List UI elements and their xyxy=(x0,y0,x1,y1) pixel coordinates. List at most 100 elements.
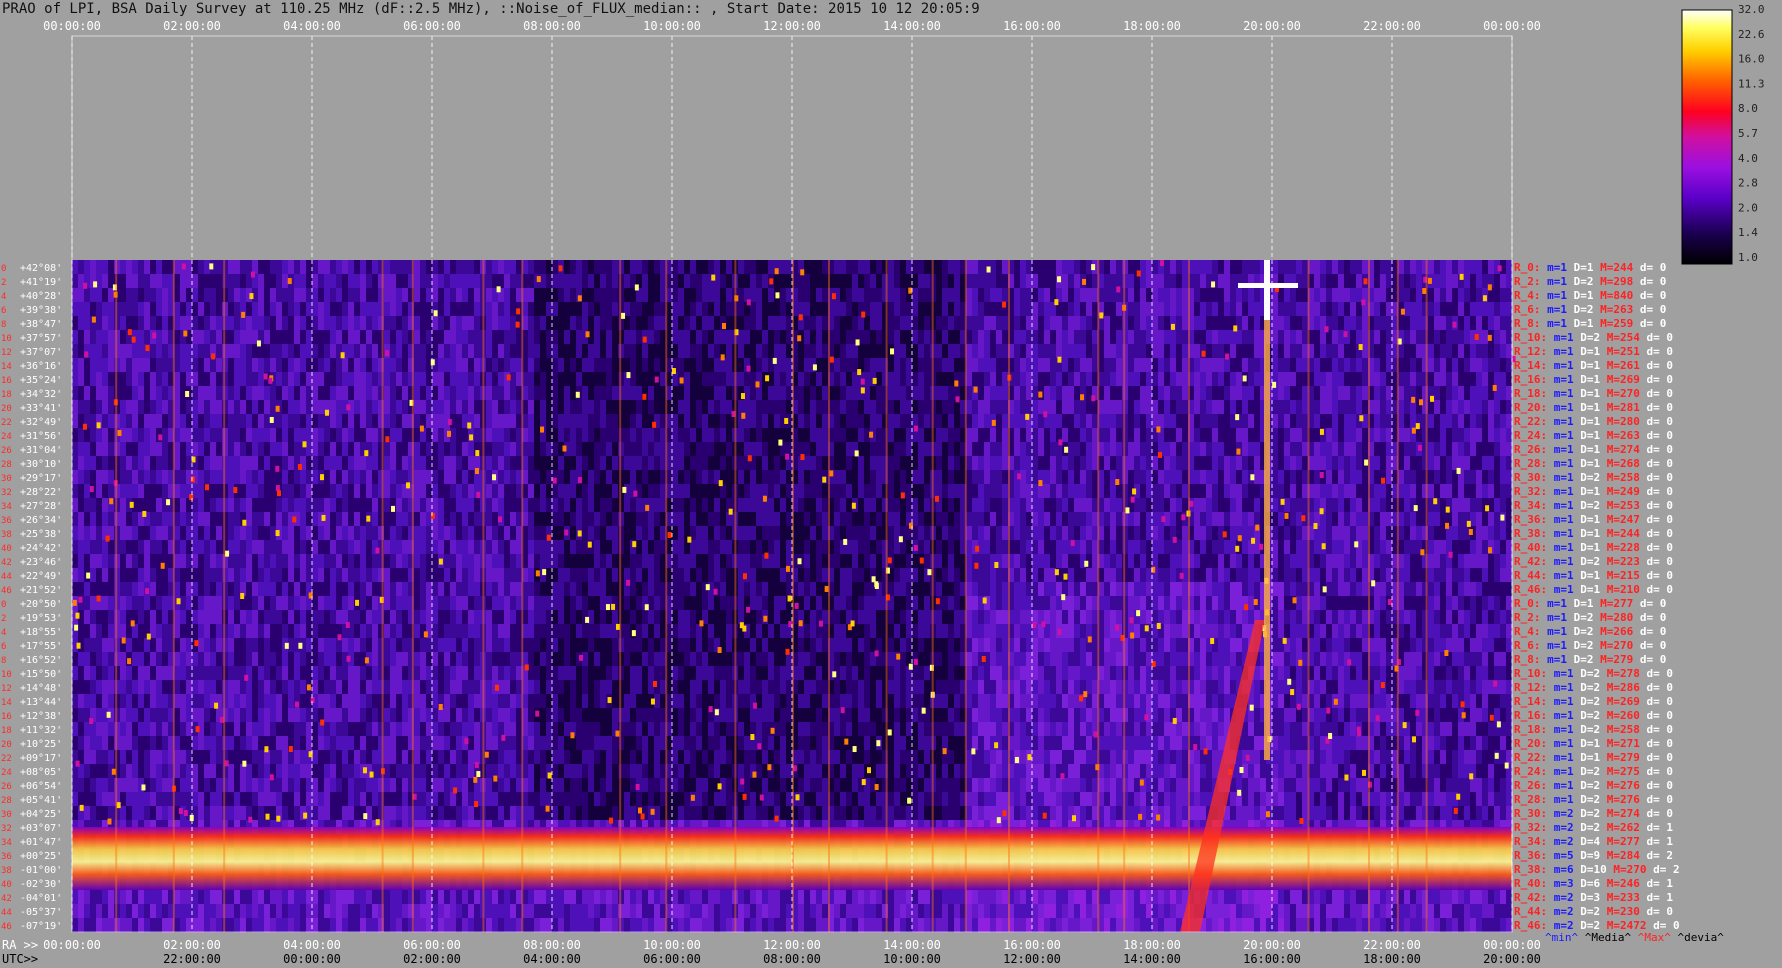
heatmap-cell xyxy=(1146,484,1152,499)
heatmap-cell xyxy=(810,316,816,331)
heatmap-cell xyxy=(1026,344,1032,359)
heatmap-cell xyxy=(1458,484,1464,499)
heatmap-cell xyxy=(528,414,534,429)
heatmap-cell xyxy=(1314,344,1320,359)
heatmap-cell xyxy=(240,344,246,359)
heatmap-cell xyxy=(456,498,462,513)
heatmap-cell xyxy=(678,330,684,345)
heatmap-cell xyxy=(1326,512,1332,527)
heatmap-cell xyxy=(684,442,690,457)
heatmap-cell xyxy=(516,470,522,485)
heatmap-cell xyxy=(1218,498,1224,513)
heatmap-cell xyxy=(1068,414,1074,429)
heatmap-cell xyxy=(762,386,768,401)
heatmap-cell xyxy=(948,414,954,429)
heatmap-cell xyxy=(738,484,744,499)
heatmap-cell xyxy=(330,470,336,485)
heatmap-cell xyxy=(660,344,666,359)
heatmap-cell xyxy=(516,386,522,401)
heatmap-cell xyxy=(996,344,1002,359)
heatmap-cell xyxy=(1092,526,1098,541)
heatmap-cell xyxy=(906,456,912,471)
heatmap-cell xyxy=(594,456,600,471)
heatmap-cell xyxy=(192,302,198,317)
heatmap-cell xyxy=(474,330,480,345)
heatmap-cell xyxy=(798,288,804,303)
heatmap-cell xyxy=(768,484,774,499)
heatmap-cell xyxy=(528,456,534,471)
heatmap-cell xyxy=(990,540,996,555)
heatmap-cell xyxy=(1428,442,1434,457)
heatmap-cell xyxy=(558,428,564,443)
heatmap-cell xyxy=(846,484,852,499)
heatmap-cell xyxy=(1104,358,1110,373)
heatmap-cell xyxy=(1056,512,1062,527)
heatmap-cell xyxy=(396,484,402,499)
heatmap-cell xyxy=(414,540,420,555)
heatmap-cell xyxy=(894,484,900,499)
heatmap-cell xyxy=(918,316,924,331)
heatmap-cell xyxy=(1500,302,1506,317)
heatmap-cell xyxy=(816,260,822,275)
heatmap-cell xyxy=(1110,442,1116,457)
heatmap-cell xyxy=(318,316,324,331)
heatmap-cell xyxy=(1086,330,1092,345)
heatmap-cell xyxy=(1272,302,1278,317)
heatmap-cell xyxy=(1134,498,1140,513)
heatmap-cell xyxy=(744,316,750,331)
heatmap-cell xyxy=(486,540,492,555)
heatmap-cell xyxy=(444,274,450,289)
heatmap-cell xyxy=(762,428,768,443)
heatmap-cell xyxy=(570,400,576,415)
heatmap-cell xyxy=(1080,442,1086,457)
heatmap-cell xyxy=(1314,386,1320,401)
heatmap-cell xyxy=(72,330,78,345)
heatmap-cell xyxy=(1434,372,1440,387)
heatmap-cell xyxy=(1020,414,1026,429)
heatmap-cell xyxy=(120,288,126,303)
heatmap-cell xyxy=(198,302,204,317)
heatmap-cell xyxy=(810,414,816,429)
heatmap-cell xyxy=(1170,456,1176,471)
heatmap-cell xyxy=(1254,344,1260,359)
heatmap-cell xyxy=(360,316,366,331)
heatmap-cell xyxy=(1290,316,1296,331)
heatmap-cell xyxy=(1428,260,1434,275)
heatmap-cell xyxy=(708,316,714,331)
heatmap-cell xyxy=(1464,400,1470,415)
heatmap-cell xyxy=(162,470,168,485)
heatmap-cell xyxy=(1356,498,1362,513)
heatmap-cell xyxy=(702,372,708,387)
heatmap-cell xyxy=(162,372,168,387)
heatmap-cell xyxy=(108,344,114,359)
heatmap-cell xyxy=(396,498,402,513)
heatmap-cell xyxy=(1032,386,1038,401)
heatmap-cell xyxy=(468,526,474,541)
heatmap-cell xyxy=(384,358,390,373)
heatmap-cell xyxy=(768,498,774,513)
heatmap-cell xyxy=(852,540,858,555)
heatmap-cell xyxy=(1146,442,1152,457)
heatmap-cell xyxy=(180,526,186,541)
heatmap-cell xyxy=(1446,386,1452,401)
heatmap-cell xyxy=(1038,442,1044,457)
heatmap-cell xyxy=(504,456,510,471)
heatmap-cell xyxy=(390,330,396,345)
heatmap-cell xyxy=(906,302,912,317)
heatmap-cell xyxy=(306,428,312,443)
heatmap-cell xyxy=(972,316,978,331)
heatmap-cell xyxy=(360,512,366,527)
heatmap-cell xyxy=(1350,316,1356,331)
heatmap-cell xyxy=(1104,456,1110,471)
heatmap-cell xyxy=(186,428,192,443)
heatmap-cell xyxy=(1410,330,1416,345)
heatmap-cell xyxy=(186,372,192,387)
heatmap-cell xyxy=(1014,344,1020,359)
heatmap-cell xyxy=(714,442,720,457)
heatmap-cell xyxy=(342,274,348,289)
heatmap-cell xyxy=(1446,470,1452,485)
heatmap-cell xyxy=(1302,526,1308,541)
heatmap-cell xyxy=(1440,400,1446,415)
heatmap-cell xyxy=(396,526,402,541)
heatmap-cell xyxy=(1506,386,1512,401)
